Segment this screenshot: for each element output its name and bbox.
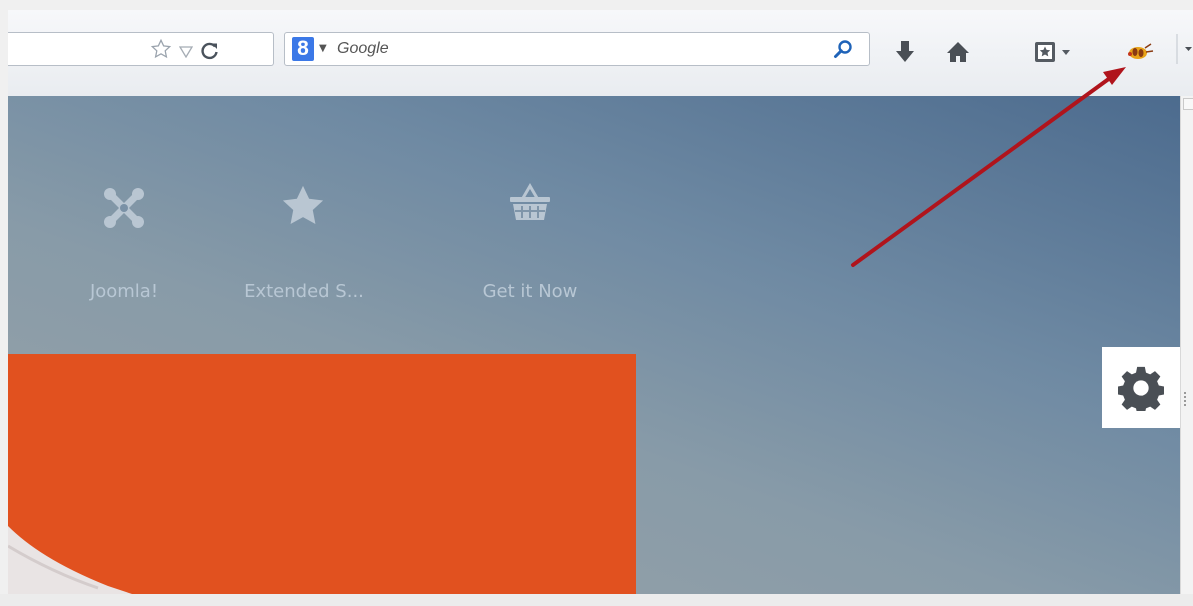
annotation-arrow [851, 67, 1126, 267]
